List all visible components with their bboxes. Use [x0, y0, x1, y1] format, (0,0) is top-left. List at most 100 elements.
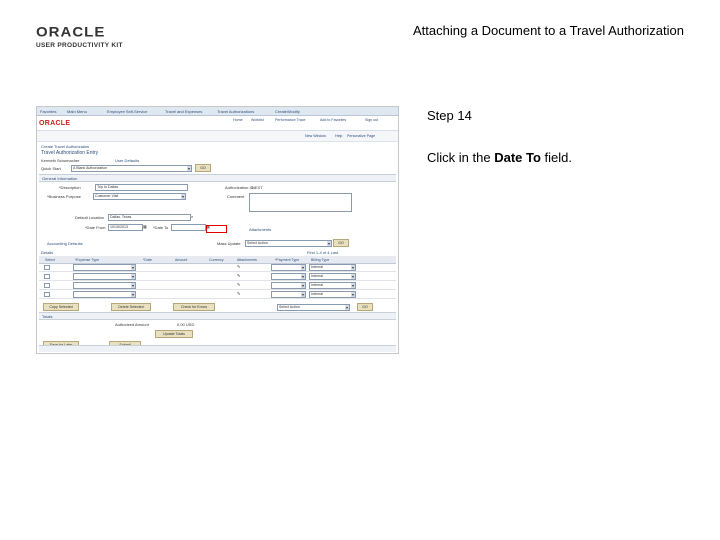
business-purpose-select[interactable]: Customer Visit [93, 193, 186, 200]
instruction-field-name: Date To [494, 150, 541, 165]
row-select-checkbox[interactable] [44, 274, 50, 279]
accounting-defaults-link[interactable]: Accounting Defaults [47, 241, 83, 246]
col-amount: Amount [175, 257, 188, 262]
link-personalize-page[interactable]: Personalize Page [347, 134, 375, 138]
col-currency: Currency [209, 257, 224, 262]
general-information-header[interactable]: General Information [39, 174, 396, 182]
billing-type-select[interactable]: Internal [309, 264, 356, 271]
attach-icon[interactable]: ✎ [237, 264, 240, 269]
row-select-checkbox[interactable] [44, 292, 50, 297]
quick-start-select[interactable]: A Blank Authorization [71, 165, 192, 172]
authorization-id-label: Authorization ID [225, 185, 254, 190]
link-worklist[interactable]: Worklist [251, 118, 264, 122]
expense-type-select[interactable] [73, 273, 136, 280]
quick-start-label: Quick Start [41, 166, 61, 171]
link-sign-out[interactable]: Sign out [365, 118, 378, 122]
payment-type-select[interactable] [271, 291, 306, 298]
utility-bar: New Window Help Personalize Page [37, 131, 398, 142]
mass-update-go-button[interactable]: GO [333, 239, 349, 247]
row-action-select[interactable]: Select Action [277, 304, 350, 311]
row-action-go-button[interactable]: GO [357, 303, 373, 311]
date-to-highlight [206, 225, 227, 233]
logo-subtitle: USER PRODUCTIVITY KIT [36, 42, 123, 49]
description-input[interactable]: Trip to Dallas [95, 184, 188, 191]
user-defaults-link[interactable]: User Defaults [115, 158, 139, 163]
grid-navigation[interactable]: First 1-4 of 4 Last [307, 250, 338, 255]
authorized-amount-value: 0.00 USD [177, 322, 195, 327]
billing-type-select[interactable]: Internal [309, 282, 356, 289]
expense-type-select[interactable] [73, 282, 136, 289]
link-performance-trace[interactable]: Performance Trace [275, 118, 306, 122]
nav-favorites[interactable]: Favorites [40, 109, 56, 114]
table-row: ✎ Internal [39, 282, 396, 290]
business-purpose-label: *Business Purpose [47, 194, 81, 199]
expense-type-select[interactable] [73, 264, 136, 271]
authorized-amount-label: Authorized Amount [115, 322, 149, 327]
date-to-input[interactable] [171, 224, 206, 231]
instruction-prefix: Click in the [427, 150, 495, 165]
employee-name: Kenneth Schumacher [41, 158, 80, 163]
row-select-checkbox[interactable] [44, 265, 50, 270]
default-location-label: Default Location [75, 215, 104, 220]
details-grid-header: Select *Expense Type *Date Amount Curren… [39, 256, 396, 264]
update-totals-button[interactable]: Update Totals [155, 330, 193, 338]
comment-textarea[interactable] [249, 193, 352, 212]
payment-type-select[interactable] [271, 264, 306, 271]
slide-title: Attaching a Document to a Travel Authori… [413, 23, 684, 38]
default-location-input[interactable]: Dallas, Texas [108, 214, 191, 221]
app-header: ORACLE Home Worklist Performance Trace A… [37, 116, 398, 131]
logo-brand: ORACLE [36, 24, 106, 41]
step-number: Step 14 [427, 108, 472, 123]
attach-icon[interactable]: ✎ [237, 291, 240, 296]
attach-icon[interactable]: ✎ [237, 273, 240, 278]
lookup-icon[interactable]: ⌕ [191, 214, 193, 219]
breadcrumb: Create Travel Authorization [41, 144, 90, 149]
col-date: *Date [143, 257, 152, 262]
col-payment-type: *Payment Type [275, 257, 300, 262]
table-row: ✎ Internal [39, 264, 396, 272]
date-from-label: *Date From [85, 225, 106, 230]
mass-update-label: Mass Update [217, 241, 241, 246]
expense-type-select[interactable] [73, 291, 136, 298]
mass-update-select[interactable]: Select Action [245, 240, 332, 247]
col-attachments: Attachments [237, 257, 257, 262]
details-title: Details [41, 250, 54, 255]
comment-label: Comment [227, 194, 245, 199]
check-errors-button[interactable]: Check for Errors [173, 303, 215, 311]
calendar-icon[interactable]: ▦ [143, 224, 147, 229]
billing-type-select[interactable]: Internal [309, 273, 356, 280]
table-row: ✎ Internal [39, 291, 396, 299]
oracle-upk-logo: ORACLE USER PRODUCTIVITY KIT [36, 24, 156, 49]
link-add-favorites[interactable]: Add to Favorites [320, 118, 346, 122]
nav-travel-expenses[interactable]: Travel and Expenses [165, 109, 202, 114]
attachments-link[interactable]: Attachments [249, 227, 271, 232]
application-screenshot: Favorites Main Menu Employee Self-Servic… [36, 106, 399, 354]
payment-type-select[interactable] [271, 273, 306, 280]
page-title: Travel Authorization Entry [41, 150, 99, 156]
col-billing-type: Billing Type [311, 257, 330, 262]
totals-title: Totals [42, 314, 53, 319]
top-navigation: Favorites Main Menu Employee Self-Servic… [37, 107, 398, 116]
oracle-brand: ORACLE [39, 120, 71, 127]
link-new-window[interactable]: New Window [305, 134, 326, 138]
payment-type-select[interactable] [271, 282, 306, 289]
row-select-checkbox[interactable] [44, 283, 50, 288]
nav-create-modify[interactable]: Create/Modify [275, 109, 300, 114]
general-information-title: General Information [42, 176, 78, 181]
attach-icon[interactable]: ✎ [237, 282, 240, 287]
nav-main-menu[interactable]: Main Menu [67, 109, 87, 114]
horizontal-scrollbar[interactable] [39, 345, 396, 352]
billing-type-select[interactable]: Internal [309, 291, 356, 298]
link-home[interactable]: Home [233, 118, 243, 122]
date-from-input[interactable]: 10/15/2013 [108, 224, 143, 231]
nav-employee-self-service[interactable]: Employee Self-Service [107, 109, 147, 114]
step-instruction: Click in the Date To field. [427, 150, 572, 165]
description-label: *Description [59, 185, 81, 190]
link-help[interactable]: Help [335, 134, 342, 138]
nav-travel-authorizations[interactable]: Travel Authorizations [217, 109, 254, 114]
instruction-suffix: field. [540, 150, 572, 165]
copy-selected-button[interactable]: Copy Selected [43, 303, 79, 311]
delete-selected-button[interactable]: Delete Selected [111, 303, 151, 311]
col-select: Select [45, 257, 55, 262]
quick-start-go-button[interactable]: GO [195, 164, 211, 172]
